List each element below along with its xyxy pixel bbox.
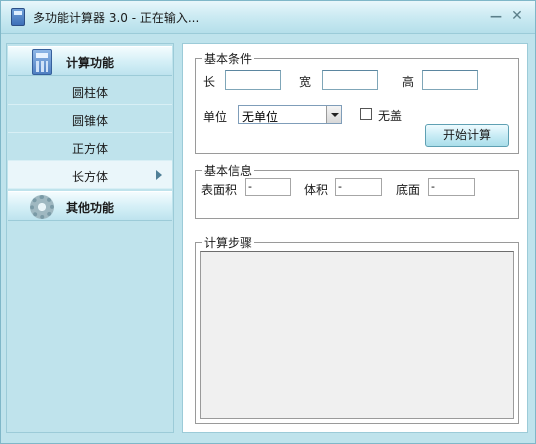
volume-label: 体积 (304, 183, 329, 197)
length-input[interactable] (225, 70, 281, 90)
no-lid-checkbox[interactable] (360, 108, 372, 120)
calculator-icon (32, 49, 52, 75)
length-label: 长 (203, 75, 216, 89)
start-calculation-button[interactable]: 开始计算 (425, 124, 509, 147)
gear-icon (30, 195, 54, 219)
unit-select[interactable]: 无单位 (238, 105, 342, 124)
sidebar-item-cuboid[interactable]: 长方体 (8, 161, 172, 189)
height-input[interactable] (422, 70, 478, 90)
sidebar-group-calc[interactable]: 计算功能 (8, 46, 172, 76)
steps-text-area[interactable] (200, 251, 514, 419)
unit-label: 单位 (203, 110, 228, 124)
sidebar-item-label: 正方体 (72, 142, 109, 156)
minimize-icon[interactable]: — (487, 7, 505, 25)
sidebar-group-label: 其他功能 (66, 201, 115, 215)
close-icon[interactable]: ✕ (508, 7, 526, 25)
steps-legend: 计算步骤 (204, 236, 253, 250)
height-label: 高 (402, 75, 415, 89)
sidebar-group-other[interactable]: 其他功能 (8, 191, 172, 221)
volume-value: - (335, 178, 382, 196)
sidebar-group-label: 计算功能 (66, 56, 115, 70)
sidebar-item-label: 圆锥体 (72, 114, 109, 128)
sidebar-item-label: 圆柱体 (72, 86, 109, 100)
sidebar-item-label: 长方体 (72, 170, 109, 184)
chevron-right-icon (156, 170, 162, 180)
sidebar: 计算功能 圆柱体 圆锥体 正方体 长方体 其他功能 (6, 43, 174, 433)
unit-select-value: 无单位 (242, 110, 279, 124)
base-area-label: 底面 (396, 183, 421, 197)
surface-area-label: 表面积 (201, 183, 238, 197)
width-input[interactable] (322, 70, 378, 90)
no-lid-label: 无盖 (378, 109, 403, 123)
app-icon (11, 8, 25, 26)
base-area-value: - (428, 178, 475, 196)
sidebar-item-cube[interactable]: 正方体 (8, 133, 172, 161)
chevron-down-icon[interactable] (326, 106, 341, 123)
sidebar-item-cylinder[interactable]: 圆柱体 (8, 77, 172, 105)
info-legend: 基本信息 (204, 164, 253, 178)
sidebar-item-cone[interactable]: 圆锥体 (8, 105, 172, 133)
surface-area-value: - (245, 178, 291, 196)
conditions-legend: 基本条件 (204, 52, 253, 66)
main-panel: 基本条件 长 宽 高 单位 无单位 无盖 开始计算 基本信息 表面积 - 体积 … (182, 43, 528, 433)
width-label: 宽 (299, 75, 312, 89)
app-window: 多功能计算器 3.0 - 正在输入... — ✕ 计算功能 圆柱体 圆锥体 正方… (0, 0, 536, 444)
window-title: 多功能计算器 3.0 - 正在输入... (33, 11, 200, 25)
title-bar[interactable]: 多功能计算器 3.0 - 正在输入... — ✕ (1, 1, 535, 34)
